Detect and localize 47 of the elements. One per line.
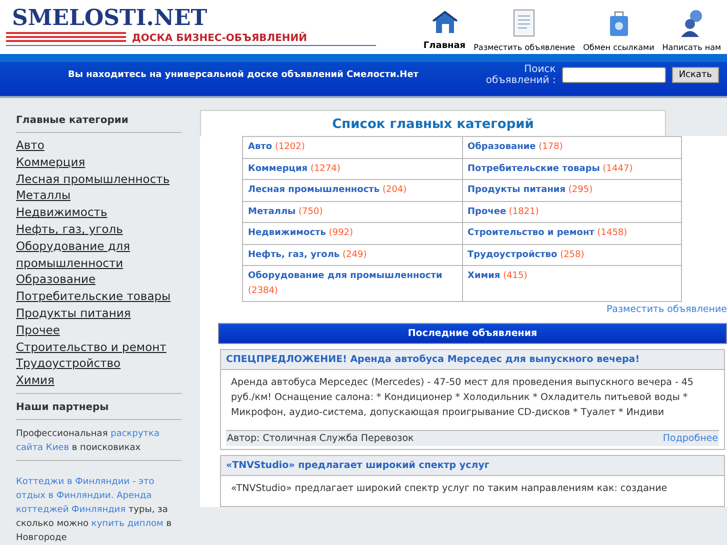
partner-link[interactable]: коттеджей Финляндия — [16, 504, 126, 515]
nav-link[interactable]: Обмен ссылками — [583, 9, 654, 52]
category-link[interactable]: Оборудование для промышленности — [16, 238, 182, 272]
ad-text: Аренда автобуса Мерседес (Mercedes) - 47-50 мест для проведения выпускного вечера - 45 руб./км! Оснащение салона: * Кондиционер * Холодильник * Охладитель питьевой воды * Микрофон, аудио-система, допускающая проигрывание CD-дисков * Туалет * Индиви — [230, 376, 694, 420]
partner-link[interactable]: отдых в Финляндии. Аренда — [16, 490, 152, 501]
partner-link[interactable]: раскрутка — [110, 428, 160, 439]
site-logo[interactable]: SMELOSTI.NET ДОСКА БИЗНЕС-ОБЪЯВЛЕНИЙ — [6, 5, 376, 46]
search-label: Поиск объявлений : — [486, 64, 556, 86]
section-header: Последние объявления — [218, 323, 727, 344]
category-link[interactable]: Строительство и ремонт — [16, 338, 182, 356]
category-link[interactable]: Потребительские товары — [16, 288, 182, 305]
partner-text: Коттеджи в Финляндии - это отдых в Финляндии. Аренда коттеджей Финляндия туры, за сколько можно купить диплом в Новгороде — [16, 476, 173, 545]
category-link[interactable]: Образование — [16, 271, 182, 288]
bag-icon — [608, 9, 630, 37]
nav-link[interactable]: Разместить объявление — [474, 9, 576, 52]
ad-text: «TNVStudio» предлагает широкий спектр услуг по таким направлениям как: создание — [230, 482, 668, 496]
support-person-icon — [678, 9, 705, 37]
category-link[interactable]: Прочее — [16, 322, 182, 339]
partner-link[interactable]: сайта Киев — [16, 442, 70, 453]
document-icon — [513, 9, 536, 37]
category-link[interactable]: Трудоустройство — [16, 355, 182, 372]
section-heading: Главные категории — [16, 110, 182, 133]
search-button[interactable]: Искать — [672, 67, 719, 83]
category-link[interactable]: Авто — [16, 137, 182, 154]
house-icon — [430, 9, 460, 35]
author-text: Автор: Столичная Служба Перевозок — [227, 433, 414, 444]
category-link[interactable]: Металлы — [16, 187, 182, 204]
category-link[interactable]: Коммерция — [16, 154, 182, 171]
post-ad-link[interactable]: Разместить объявление — [606, 304, 727, 315]
category-link[interactable]: Продукты питания — [16, 304, 182, 322]
nav-link[interactable]: Написать нам — [662, 9, 721, 52]
category-link[interactable]: Лесная промышленность — [16, 170, 182, 188]
category-link[interactable]: Нефть, газ, уголь — [16, 220, 182, 238]
stripes-icon — [6, 31, 126, 45]
section-heading: Наши партнеры — [16, 392, 182, 420]
more-link[interactable]: Подробнее — [662, 433, 718, 444]
category-link[interactable]: Недвижимость — [16, 204, 182, 221]
banner-text: Вы находитесь на универсальной доске объявлений Смелости.Нет — [68, 70, 419, 80]
ad-title-link[interactable]: «TNVStudio» предлагает широкий спектр услуг — [221, 456, 724, 476]
panel-title: Список главных категорий — [200, 110, 666, 136]
search-field[interactable] — [562, 67, 666, 83]
partner-link[interactable]: купить диплом — [91, 518, 164, 529]
nav-link[interactable]: Главная — [423, 9, 466, 52]
partner-link[interactable]: Коттеджи в Финляндии - это — [16, 476, 154, 487]
partner-text: Профессиональная раскрутка сайта Киев в поисковиках — [16, 424, 182, 461]
category-link[interactable]: Химия — [16, 372, 182, 389]
ad-title-link[interactable]: СПЕЦПРЕДЛОЖЕНИЕ! Аренда автобуса Мерседес для выпускного вечера! — [221, 350, 724, 370]
